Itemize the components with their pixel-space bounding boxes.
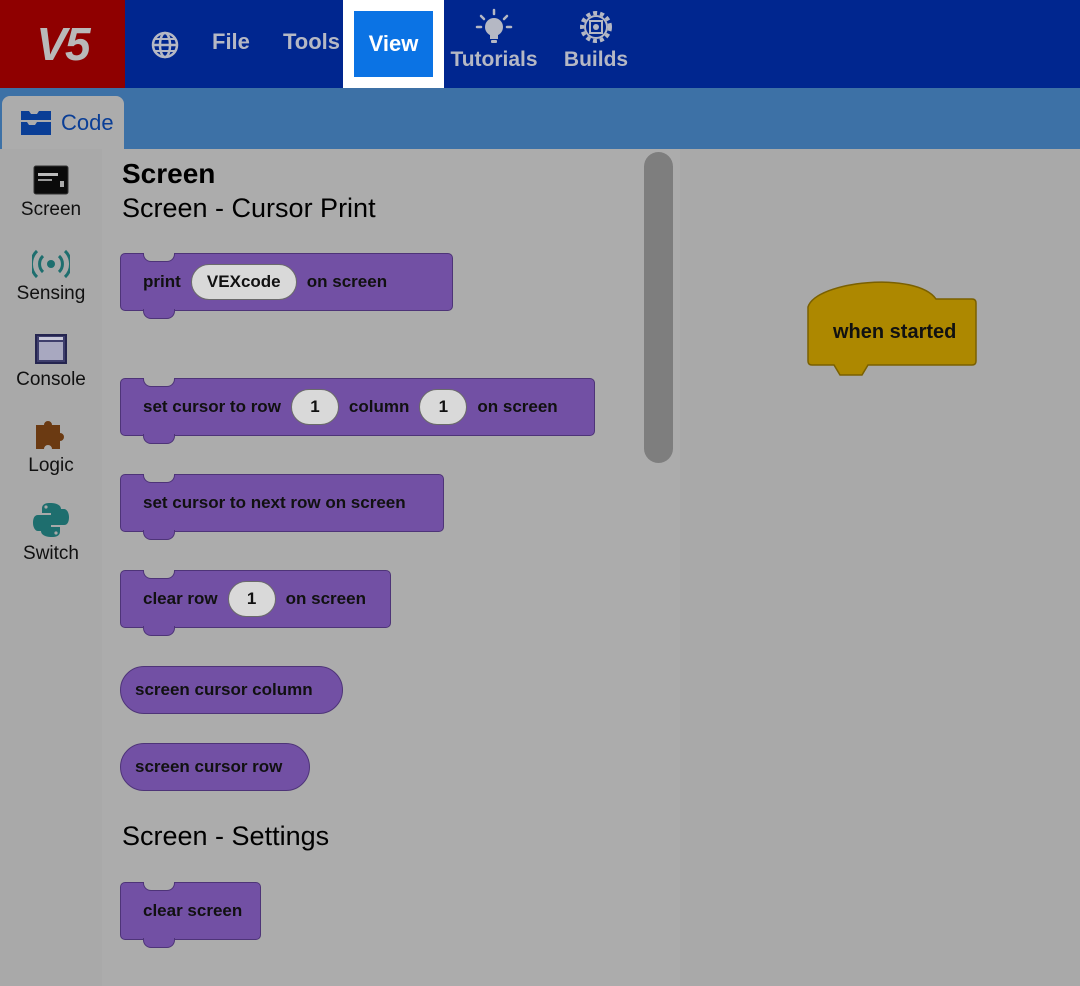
block-text: on screen xyxy=(306,272,388,291)
block-text: on screen xyxy=(285,589,366,608)
flyout-scrollbar[interactable] xyxy=(644,152,673,463)
logo-text: V5 xyxy=(36,18,90,70)
category-console[interactable]: Console xyxy=(0,333,102,391)
blocks-icon xyxy=(21,110,51,135)
next-row-block[interactable]: set cursor to next row on screen xyxy=(120,474,444,540)
block-text: on screen xyxy=(477,397,558,416)
set-cursor-block[interactable]: set cursor to row 1 column 1 on screen xyxy=(120,378,595,444)
category-label: Screen xyxy=(20,199,82,220)
category-sensing[interactable]: Sensing xyxy=(0,249,102,305)
menu-tutorials[interactable]: Tutorials xyxy=(450,8,538,72)
menu-view[interactable]: View xyxy=(354,11,433,77)
menu-tools[interactable]: Tools xyxy=(283,0,340,86)
print-value-input[interactable]: VEXcode xyxy=(190,264,297,300)
category-switch[interactable]: Switch xyxy=(0,501,102,565)
flyout-title: Screen xyxy=(122,158,216,189)
row-input[interactable]: 1 xyxy=(290,389,339,425)
tab-code-label: Code xyxy=(61,109,114,135)
category-screen[interactable]: Screen xyxy=(0,165,102,221)
menu-tutorials-label: Tutorials xyxy=(450,48,538,71)
section-settings: Screen - Settings xyxy=(122,821,330,851)
section-cursor-print: Screen - Cursor Print xyxy=(122,193,376,223)
block-text: clear row xyxy=(143,589,218,608)
vex-logo[interactable]: V5 xyxy=(0,0,125,88)
sensing-icon xyxy=(32,249,70,279)
category-logic[interactable]: Logic xyxy=(0,417,102,477)
clear-row-block[interactable]: clear row 1 on screen xyxy=(120,570,391,636)
category-label: Sensing xyxy=(16,283,86,304)
block-text: column xyxy=(348,397,410,416)
menu-file[interactable]: File xyxy=(212,0,250,86)
cursor-row-reporter[interactable]: screen cursor row xyxy=(120,743,310,791)
cursor-column-reporter[interactable]: screen cursor column xyxy=(120,666,343,714)
screen-icon xyxy=(33,165,69,195)
console-icon xyxy=(35,334,67,364)
category-label: Logic xyxy=(28,455,74,476)
when-started-label: when started xyxy=(833,321,957,343)
column-input[interactable]: 1 xyxy=(419,389,468,425)
tab-code[interactable]: Code xyxy=(2,96,124,149)
block-text: screen cursor row xyxy=(135,757,283,776)
clear-row-input[interactable]: 1 xyxy=(227,581,276,617)
block-text: set cursor to next row on screen xyxy=(143,493,406,512)
globe-icon[interactable] xyxy=(148,28,182,62)
category-sidebar: Screen Sensing Console Logic Switch xyxy=(0,149,102,986)
gear-robot-icon xyxy=(580,11,612,43)
puzzle-icon xyxy=(36,421,64,449)
block-text: set cursor to row xyxy=(143,397,281,416)
menu-builds[interactable]: Builds xyxy=(563,8,629,72)
code-workspace[interactable] xyxy=(680,149,1080,986)
print-block[interactable]: print VEXcode on screen xyxy=(120,253,453,319)
python-icon xyxy=(33,503,69,537)
block-text: screen cursor column xyxy=(135,680,313,699)
block-text: print xyxy=(143,272,181,291)
clear-screen-block[interactable]: clear screen xyxy=(120,882,261,948)
category-label: Console xyxy=(16,369,86,390)
tab-bar: Code xyxy=(0,88,1080,149)
category-label: Switch xyxy=(23,543,79,564)
block-text: clear screen xyxy=(143,901,243,920)
menu-builds-label: Builds xyxy=(563,48,629,71)
lightbulb-icon xyxy=(475,8,513,43)
